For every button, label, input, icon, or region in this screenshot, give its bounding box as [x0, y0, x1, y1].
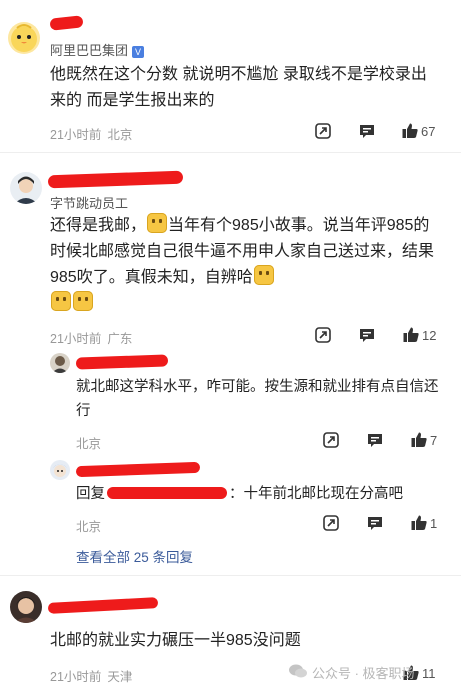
comment-text: 北邮的就业实力碾压一半985没问题	[50, 632, 301, 649]
like-count: 7	[430, 433, 438, 448]
comment-text: 他既然在这个分数 就说明不尴尬 录取线不是学校录出来的 而是学生报出来的	[50, 66, 427, 109]
avatar[interactable]	[8, 22, 40, 54]
comment-location: 广东	[107, 332, 133, 346]
redacted-username	[47, 170, 184, 189]
redacted-username	[75, 354, 169, 370]
comment-time: 21小时前	[50, 670, 102, 684]
reply-text: 就北邮这学科水平，咋可能。按生源和就业排有点自信还行	[76, 379, 439, 419]
view-all-replies-link[interactable]: 查看全部 25 条回复	[76, 546, 193, 566]
reply-avatar[interactable]	[50, 353, 70, 373]
comment-location: 天津	[107, 670, 133, 684]
avatar-person-icon	[14, 176, 38, 204]
reply-location: 北京	[76, 520, 102, 534]
laughing-emoji-icon	[73, 291, 93, 311]
avatar-person-icon	[14, 597, 38, 623]
redacted-username	[75, 461, 201, 478]
watermark-text: 公众号 · 极客职场	[312, 666, 415, 681]
author-org: 阿里巴巴集团 V	[50, 40, 145, 59]
laughing-emoji-icon	[147, 213, 168, 233]
comment-location: 北京	[107, 128, 133, 142]
like-icon[interactable]	[410, 514, 428, 532]
comment-time: 21小时前	[50, 128, 102, 142]
like-icon[interactable]	[401, 122, 419, 140]
redacted-username	[49, 15, 84, 31]
comment-icon[interactable]	[358, 326, 376, 344]
verified-badge: V	[132, 46, 145, 58]
like-count: 1	[430, 516, 438, 531]
avatar[interactable]	[10, 591, 42, 623]
wechat-logo-icon	[289, 664, 307, 678]
comment-meta: 21小时前 北京	[50, 124, 138, 143]
redacted-username	[47, 597, 159, 614]
comment-meta: 21小时前 天津	[50, 666, 138, 685]
share-icon[interactable]	[314, 326, 332, 344]
divider	[0, 152, 461, 153]
avatar-person-icon	[52, 356, 68, 373]
avatar-chick-icon	[11, 24, 37, 52]
like-count: 12	[422, 328, 437, 343]
laughing-emoji-icon	[51, 291, 71, 311]
reply-text: 回复 ：十年前北邮比现在分高吧	[76, 486, 403, 502]
like-icon[interactable]	[410, 431, 428, 449]
share-icon[interactable]	[322, 431, 340, 449]
author-org: 字节跳动员工	[50, 196, 129, 211]
like-icon[interactable]	[402, 326, 420, 344]
comment-icon[interactable]	[366, 431, 384, 449]
share-icon[interactable]	[314, 122, 332, 140]
comment-icon[interactable]	[358, 122, 376, 140]
comment-time: 21小时前	[50, 332, 102, 346]
redacted-reply-target	[107, 487, 227, 499]
comment-text: 还得是我邮， 当年有个985小故事。说当年评985的时候北邮感觉自己很牛逼不用申人…	[50, 213, 435, 317]
reply-location: 北京	[76, 437, 102, 451]
laughing-emoji-icon	[253, 265, 274, 285]
comment-icon[interactable]	[366, 514, 384, 532]
reply-avatar[interactable]	[50, 460, 70, 480]
comment-meta: 21小时前 广东	[50, 328, 138, 347]
like-count: 67	[421, 124, 436, 139]
avatar[interactable]	[10, 172, 42, 204]
avatar-cartoon-icon	[53, 464, 67, 477]
like-count: 11	[422, 666, 436, 681]
divider	[0, 575, 461, 576]
share-icon[interactable]	[322, 514, 340, 532]
